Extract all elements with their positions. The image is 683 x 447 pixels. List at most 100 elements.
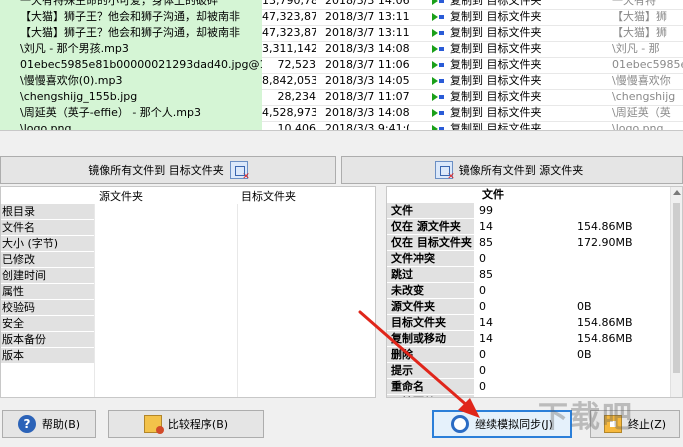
stats-label: 仅在 目标文件夹: [387, 235, 474, 251]
compare-row-label: 已修改: [1, 252, 94, 268]
stats-count: 14: [479, 220, 493, 233]
file-date: 2018/3/3 9:41:05: [325, 122, 409, 131]
mirror-source-icon: ✕: [434, 161, 455, 182]
file-target-name: \logo.png: [612, 122, 664, 131]
stats-panel: 文件 文件 99 仅在 源文件夹 14 154.86MB 仅在 目标文件夹 85 172.90…: [386, 186, 683, 398]
compare-row-label: 校验码: [1, 300, 94, 316]
watermark: 下载吧: [538, 400, 634, 435]
stats-scrollbar[interactable]: [670, 187, 682, 397]
stats-count: 85: [479, 268, 493, 281]
stats-header: 文件: [387, 187, 677, 203]
stats-size: 0B: [577, 300, 592, 313]
mirror-target-icon: ✕: [229, 161, 250, 182]
stats-label: 目标文件夹: [387, 315, 474, 331]
compare-row-label: 版本备份: [1, 332, 94, 348]
file-row[interactable]: \logo.png 10,406 2018/3/3 9:41:05 复制到 目标文件夹…: [0, 120, 683, 131]
copy-arrow-icon: [432, 108, 446, 118]
stats-size: 154.86MB: [577, 332, 633, 345]
compare-row: 文件名: [1, 220, 375, 236]
scroll-up-icon[interactable]: [673, 190, 681, 195]
stats-count: 85: [479, 236, 493, 249]
compare-row-label: 根目录: [1, 204, 94, 220]
compare-row: 大小 (字节): [1, 236, 375, 252]
stats-row: 文件 99: [387, 203, 677, 219]
stats-size: 154.86MB: [577, 220, 633, 233]
copy-arrow-icon: [432, 60, 446, 70]
mirror-to-source-button[interactable]: ✕ 镜像所有文件到 源文件夹: [341, 156, 683, 184]
stats-count: 14: [479, 332, 493, 345]
file-action: 复制到 目标文件夹: [432, 120, 610, 131]
compare-program-icon: [143, 415, 164, 434]
compare-row-label: 版本: [1, 348, 94, 364]
stats-count: 0: [479, 252, 486, 265]
stats-count: 0: [479, 348, 486, 361]
stats-row: 提示 0: [387, 363, 677, 379]
file-size: 10,406: [277, 122, 317, 131]
stats-row: 跳过 85: [387, 267, 677, 283]
file-name: \logo.png: [0, 120, 262, 130]
help-button[interactable]: ? 帮助(B): [2, 410, 96, 438]
compare-row-label: 属性: [1, 284, 94, 300]
file-action-label: 复制到 目标文件夹: [450, 122, 542, 131]
stats-row: 未改变 0: [387, 283, 677, 299]
stats-row: 目标文件夹 14 154.86MB: [387, 315, 677, 331]
stats-size: 172.90MB: [577, 236, 633, 249]
compare-program-button[interactable]: 比较程序(B): [108, 410, 264, 438]
stats-label: 未改变: [387, 283, 474, 299]
copy-arrow-icon: [432, 12, 446, 22]
help-label: 帮助(B): [41, 418, 81, 431]
stats-row: 源文件夹 0 0B: [387, 299, 677, 315]
list-status-area: [0, 131, 683, 155]
stats-row: 复制或移动 14 154.86MB: [387, 331, 677, 347]
stats-label: 文件: [387, 203, 474, 219]
stats-label: 重命名: [387, 379, 474, 395]
compare-row: 校验码: [1, 300, 375, 316]
stats-label: 提示: [387, 363, 474, 379]
mirror-to-target-button[interactable]: 镜像所有文件到 目标文件夹 ✕: [0, 156, 336, 184]
file-compare-panel: 源文件夹 目标文件夹 根目录 文件名 大小 (字节) 已修改 创建时间 属性 校验码 安全 版本…: [0, 186, 376, 398]
stats-label: 源文件夹: [387, 299, 474, 315]
mirror-to-source-label: 镜像所有文件到 源文件夹: [458, 164, 584, 177]
copy-arrow-icon: [432, 124, 446, 130]
copy-arrow-icon: [432, 76, 446, 86]
stats-row: 仅在 源文件夹 14 154.86MB: [387, 219, 677, 235]
compare-row-label: 大小 (字节): [1, 236, 94, 252]
compare-row: 属性: [1, 284, 375, 300]
copy-arrow-icon: [432, 0, 446, 6]
stats-row: 仅在 目标文件夹 85 172.90MB: [387, 235, 677, 251]
stats-count: 0: [479, 284, 486, 297]
stats-label: 删除: [387, 347, 474, 363]
file-list[interactable]: 一天有特殊生命的小可爱，身体上的破碎13,790,7832018/3/3 14:…: [0, 0, 683, 131]
stats-count: 14: [479, 316, 493, 329]
compare-header: 源文件夹 目标文件夹: [1, 187, 375, 204]
compare-row: 版本备份: [1, 332, 375, 348]
stats-label: 复制或移动: [387, 331, 474, 347]
stats-row: 删除 0 0B: [387, 347, 677, 363]
stats-count: 0: [479, 364, 486, 377]
compare-row-label: 文件名: [1, 220, 94, 236]
stats-count: 0: [479, 300, 486, 313]
stats-count: 99: [479, 204, 493, 217]
stats-count: 0: [479, 380, 486, 393]
col-source-folder: 源文件夹: [99, 190, 143, 203]
help-icon: ?: [17, 415, 36, 433]
stats-label: 文件冲突: [387, 251, 474, 267]
compare-row-label: 创建时间: [1, 268, 94, 284]
compare-row: 已修改: [1, 252, 375, 268]
stats-header-files: 文件: [482, 188, 504, 201]
panel-splitter[interactable]: [378, 186, 386, 398]
compare-row: 安全: [1, 316, 375, 332]
copy-arrow-icon: [432, 44, 446, 54]
copy-arrow-icon: [432, 28, 446, 38]
stats-label: 跳过: [387, 267, 474, 283]
compare-row: 版本: [1, 348, 375, 364]
scroll-thumb[interactable]: [673, 203, 680, 373]
stats-label: 仅在 源文件夹: [387, 219, 474, 235]
compare-row: 根目录: [1, 204, 375, 220]
mirror-to-target-label: 镜像所有文件到 目标文件夹: [88, 164, 224, 177]
gear-icon: [451, 415, 470, 433]
compare-row-label: 安全: [1, 316, 94, 332]
compare-program-label: 比较程序(B): [167, 418, 229, 431]
stats-row: 文件冲突 0: [387, 251, 677, 267]
stats-size: 0B: [577, 348, 592, 361]
